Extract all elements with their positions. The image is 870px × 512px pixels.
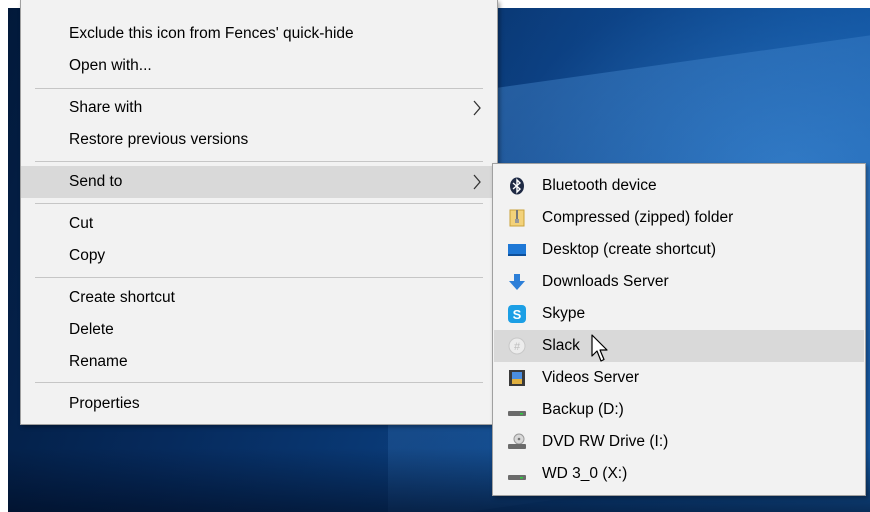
skype-icon: S [508,305,526,323]
menu-item-cut[interactable]: Cut [21,208,497,240]
send-to-videos-server[interactable]: Videos Server [494,362,864,394]
desktop-icon [508,244,526,256]
menu-item-open-with[interactable]: Open with... [21,50,497,82]
send-to-label: DVD RW Drive (I:) [542,433,669,450]
bluetooth-icon [510,177,524,195]
menu-separator [35,382,483,383]
slack-icon: # [508,337,526,355]
send-to-wd-drive[interactable]: WD 3_0 (X:) [494,458,864,490]
send-to-label: Skype [542,305,586,322]
menu-item-label: Rename [69,353,128,370]
context-menu: Exclude this icon from Fences' quick-hid… [20,0,498,425]
send-to-downloads-server[interactable]: Downloads Server [494,266,864,298]
send-to-bluetooth[interactable]: Bluetooth device [494,170,864,202]
menu-item-label: Copy [69,247,106,264]
send-to-dvd-drive[interactable]: DVD RW Drive (I:) [494,426,864,458]
send-to-skype[interactable]: S Skype [494,298,864,330]
menu-item-label: Create shortcut [69,289,175,306]
menu-item-label: Exclude this icon from Fences' quick-hid… [69,25,354,42]
send-to-slack[interactable]: # Slack [494,330,864,362]
menu-item-properties[interactable]: Properties [21,388,497,420]
zip-folder-icon [509,209,525,227]
menu-item-create-shortcut[interactable]: Create shortcut [21,282,497,314]
dvd-drive-icon [508,433,526,449]
download-arrow-icon [509,274,525,290]
mouse-pointer-icon [591,334,608,362]
chevron-right-icon [473,100,481,116]
menu-item-label: Delete [69,321,114,338]
menu-item-label: Send to [69,173,123,190]
drive-icon [508,475,526,480]
menu-separator [35,277,483,278]
send-to-label: Downloads Server [542,273,669,290]
send-to-label: Bluetooth device [542,177,657,194]
menu-separator [35,88,483,89]
send-to-zip[interactable]: Compressed (zipped) folder [494,202,864,234]
send-to-label: Backup (D:) [542,401,624,418]
send-to-label: Desktop (create shortcut) [542,241,717,258]
menu-item-label: Cut [69,215,94,232]
menu-item-share-with[interactable]: Share with [21,92,497,124]
send-to-backup-drive[interactable]: Backup (D:) [494,394,864,426]
menu-separator [35,203,483,204]
send-to-label: WD 3_0 (X:) [542,465,628,482]
menu-item-label: Restore previous versions [69,131,249,148]
menu-item-copy[interactable]: Copy [21,240,497,272]
film-icon [509,370,525,386]
menu-item-label: Properties [69,395,140,412]
send-to-desktop[interactable]: Desktop (create shortcut) [494,234,864,266]
menu-item-rename[interactable]: Rename [21,346,497,378]
menu-item-delete[interactable]: Delete [21,314,497,346]
menu-item-restore-versions[interactable]: Restore previous versions [21,124,497,156]
svg-text:S: S [513,307,522,322]
send-to-label: Videos Server [542,369,640,386]
menu-item-label: Share with [69,99,143,116]
chevron-right-icon [473,174,481,190]
send-to-label: Slack [542,337,580,354]
svg-text:#: # [514,341,521,353]
menu-item-exclude-fences[interactable]: Exclude this icon from Fences' quick-hid… [21,18,497,50]
menu-item-send-to[interactable]: Send to [21,166,497,198]
drive-icon [508,411,526,416]
menu-separator [35,161,483,162]
send-to-submenu: Bluetooth device Compressed (zipped) fol… [492,163,866,496]
menu-item-label: Open with... [69,57,152,74]
send-to-label: Compressed (zipped) folder [542,209,734,226]
